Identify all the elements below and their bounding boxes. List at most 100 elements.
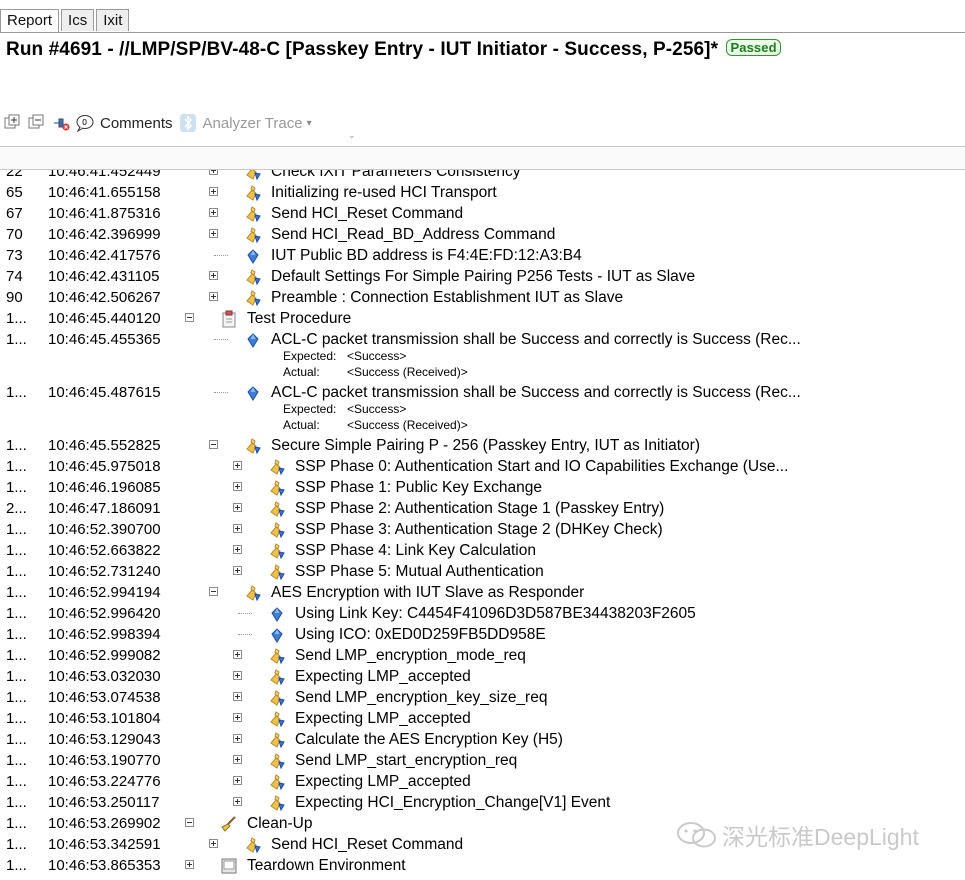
row-number: 1... <box>6 836 27 853</box>
table-row[interactable]: 1... 10:46:45.487615 ACL-C packet transmis… <box>0 382 965 403</box>
table-row[interactable]: 1... 10:46:53.129043 Calculate the AES Enc… <box>0 729 965 750</box>
table-row[interactable]: 70 10:46:42.396999 Send HCI_Read_BD_Addres… <box>0 224 965 245</box>
expand-toggle-icon[interactable] <box>233 734 242 743</box>
expand-toggle-icon[interactable] <box>185 860 194 869</box>
step-icon <box>244 205 262 223</box>
watermark: 深光标准DeepLight <box>676 818 919 852</box>
table-row[interactable]: 1... 10:46:45.975018 SSP Phase 0: Authenti… <box>0 456 965 477</box>
table-row[interactable]: 1... 10:46:45.455365 ACL-C packet transmis… <box>0 329 965 350</box>
table-row[interactable]: 73 10:46:42.417576 IUT Public BD address i… <box>0 245 965 266</box>
row-name: Expecting HCI_Encryption_Change[V1] Even… <box>295 794 611 811</box>
table-row[interactable]: 65 10:46:41.655158 Initializing re-used HC… <box>0 182 965 203</box>
table-row[interactable]: 1... 10:46:53.865353 Teardown Environment <box>0 855 965 876</box>
row-time: 10:46:53.865353 <box>48 857 161 874</box>
table-row[interactable]: 22 10:46:41.452449 Check IXIT Parameters C… <box>0 161 965 182</box>
tree-connector <box>214 339 228 340</box>
collapse-toggle-icon[interactable] <box>209 440 218 449</box>
comments-icon[interactable]: 0 <box>76 114 94 133</box>
table-row[interactable]: 1... 10:46:53.032030 Expecting LMP_accepte… <box>0 666 965 687</box>
chevron-down-icon[interactable]: ▾ <box>307 118 312 129</box>
tab-ics[interactable]: Ics <box>61 9 95 31</box>
table-row[interactable]: 90 10:46:42.506267 Preamble : Connection E… <box>0 287 965 308</box>
toolbar-overflow-icon[interactable]: ⌄ <box>348 130 356 141</box>
step-icon <box>268 500 286 518</box>
row-name: AES Encryption with IUT Slave as Respond… <box>271 584 585 601</box>
row-number: 1... <box>6 689 27 706</box>
row-time: 10:46:53.269902 <box>48 815 161 832</box>
expand-toggle-icon[interactable] <box>233 671 242 680</box>
table-row[interactable]: 1... 10:46:52.998394 Using ICO: 0xED0D259F… <box>0 624 965 645</box>
expand-toggle-icon[interactable] <box>209 839 218 848</box>
expand-toggle-icon[interactable] <box>209 208 218 217</box>
collapse-toggle-icon[interactable] <box>209 587 218 596</box>
expand-toggle-icon[interactable] <box>233 482 242 491</box>
row-time: 10:46:42.506267 <box>48 289 161 306</box>
info-diamond-icon <box>244 331 262 349</box>
collapse-toggle-icon[interactable] <box>185 313 194 322</box>
table-row[interactable]: 1... 10:46:53.224776 Expecting LMP_accepte… <box>0 771 965 792</box>
row-name: Send HCI_Reset Command <box>271 836 464 853</box>
row-time: 10:46:42.417576 <box>48 247 161 264</box>
collapse-toggle-icon[interactable] <box>185 818 194 827</box>
expand-toggle-icon[interactable] <box>233 797 242 806</box>
row-time: 10:46:53.074538 <box>48 689 161 706</box>
expand-toggle-icon[interactable] <box>233 545 242 554</box>
tab-report[interactable]: Report <box>0 9 60 33</box>
expand-toggle-icon[interactable] <box>233 503 242 512</box>
expand-toggle-icon[interactable] <box>233 524 242 533</box>
table-row[interactable]: 1... 10:46:53.190770 Send LMP_start_encryp… <box>0 750 965 771</box>
table-row[interactable]: 1... 10:46:45.440120 Test Procedure <box>0 308 965 329</box>
expand-toggle-icon[interactable] <box>209 229 218 238</box>
tree-connector <box>238 613 252 614</box>
table-row[interactable]: 67 10:46:41.875316 Send HCI_Reset Command <box>0 203 965 224</box>
table-row[interactable]: 1... 10:46:52.994194 AES Encryption with I… <box>0 582 965 603</box>
table-row[interactable]: 1... 10:46:52.999082 Send LMP_encryption_m… <box>0 645 965 666</box>
table-row[interactable]: 1... 10:46:52.663822 SSP Phase 4: Link Key… <box>0 540 965 561</box>
expand-toggle-icon[interactable] <box>233 713 242 722</box>
table-row[interactable]: 1... 10:46:52.731240 SSP Phase 5: Mutual A… <box>0 561 965 582</box>
table-row[interactable]: 1... 10:46:53.101804 Expecting LMP_accepte… <box>0 708 965 729</box>
table-row[interactable]: 1... 10:46:52.996420 Using Link Key: C4454… <box>0 603 965 624</box>
tree-connector <box>214 255 228 256</box>
table-row[interactable]: 1... 10:46:53.250117 Expecting HCI_Encrypt… <box>0 792 965 813</box>
expand-toggle-icon[interactable] <box>233 461 242 470</box>
row-name: ACL-C packet transmission shall be Succe… <box>271 384 801 401</box>
expand-all-icon[interactable] <box>4 114 22 132</box>
expand-toggle-icon[interactable] <box>209 166 218 175</box>
actual-detail-label: Actual: <box>283 365 320 379</box>
row-number: 22 <box>6 163 23 180</box>
row-number: 1... <box>6 857 27 874</box>
row-name: SSP Phase 4: Link Key Calculation <box>295 542 536 559</box>
table-row[interactable]: 1... 10:46:46.196085 SSP Phase 1: Public K… <box>0 477 965 498</box>
row-number: 70 <box>6 226 23 243</box>
expand-toggle-icon[interactable] <box>233 566 242 575</box>
expand-toggle-icon[interactable] <box>233 776 242 785</box>
table-row[interactable]: 2... 10:46:47.186091 SSP Phase 2: Authenti… <box>0 498 965 519</box>
step-icon <box>244 584 262 602</box>
table-row[interactable]: 1... 10:46:52.390700 SSP Phase 3: Authenti… <box>0 519 965 540</box>
bluetooth-icon <box>179 114 197 132</box>
expand-toggle-icon[interactable] <box>233 692 242 701</box>
table-row[interactable]: 1... 10:46:53.074538 Send LMP_encryption_k… <box>0 687 965 708</box>
row-number: 1... <box>6 331 27 348</box>
row-time: 10:46:42.431105 <box>48 268 160 285</box>
row-number: 1... <box>6 542 27 559</box>
expand-toggle-icon[interactable] <box>209 292 218 301</box>
comments-button[interactable]: Comments <box>100 115 173 132</box>
row-time: 10:46:52.663822 <box>48 542 161 559</box>
row-name: Test Procedure <box>247 310 352 327</box>
tab-ixit[interactable]: Ixit <box>96 9 130 31</box>
table-row[interactable]: 1... 10:46:45.552825 Secure Simple Pairing… <box>0 435 965 456</box>
expand-toggle-icon[interactable] <box>233 650 242 659</box>
row-name: Calculate the AES Encryption Key (H5) <box>295 731 563 748</box>
expand-toggle-icon[interactable] <box>209 187 218 196</box>
collapse-all-icon[interactable] <box>28 114 46 132</box>
expand-toggle-icon[interactable] <box>233 755 242 764</box>
expand-toggle-icon[interactable] <box>209 271 218 280</box>
actual-detail-label: Actual: <box>283 418 320 432</box>
plug-disconnect-icon[interactable] <box>52 114 70 132</box>
table-row[interactable]: 74 10:46:42.431105 Default Settings For Si… <box>0 266 965 287</box>
expected-detail-label: Expected: <box>283 402 337 416</box>
analyzer-trace-button[interactable]: Analyzer Trace <box>203 115 303 132</box>
tab-divider <box>0 32 965 33</box>
